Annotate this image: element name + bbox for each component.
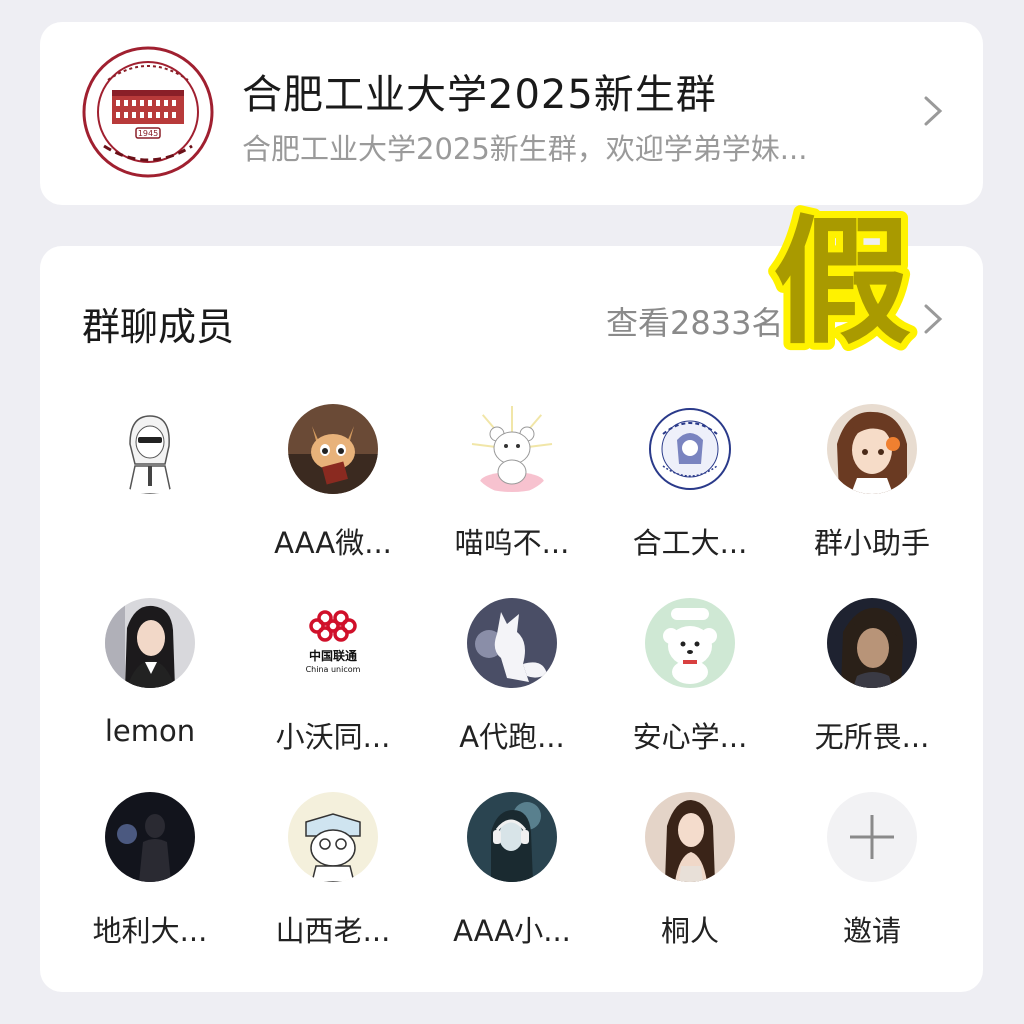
member-name: 无所畏... xyxy=(814,720,930,754)
member-name: 山西老... xyxy=(275,914,391,948)
fox-avatar xyxy=(467,598,557,688)
member-name: 桐人 xyxy=(660,914,719,948)
member-item[interactable]: 喵呜不... xyxy=(422,404,602,562)
member-item[interactable]: 合工大... xyxy=(600,404,780,562)
member-name: 安心学... xyxy=(632,720,748,754)
plus-icon[interactable] xyxy=(827,792,917,882)
member-item[interactable]: A代跑... xyxy=(422,598,602,756)
member-item[interactable]: AAA微... xyxy=(243,404,423,562)
cartoon-book-avatar xyxy=(288,792,378,882)
member-name: 合工大... xyxy=(632,526,748,560)
member-item[interactable]: AAA小... xyxy=(422,792,602,950)
anime-girl-avatar xyxy=(827,404,917,494)
member-name: lemon xyxy=(104,714,196,748)
member-name: 群小助手 xyxy=(813,526,930,560)
bear-avatar xyxy=(467,404,557,494)
unicom-en: China unicom xyxy=(306,665,361,674)
members-section-title: 群聊成员 xyxy=(82,305,235,349)
group-description: 合肥工业大学2025新生群，欢迎学弟学妹... xyxy=(242,132,808,166)
seal-year: 1945 xyxy=(138,129,158,138)
group-info-card[interactable]: 1945 合肥工业大学2025新生群 合肥工业大学2025新生群，欢迎学弟学妹.… xyxy=(40,22,983,205)
woman-photo-avatar xyxy=(105,598,195,688)
cat-avatar xyxy=(288,404,378,494)
member-item[interactable]: 安心学... xyxy=(600,598,780,756)
headphones-girl-avatar xyxy=(467,792,557,882)
member-name: A代跑... xyxy=(459,720,565,754)
member-name: 地利大... xyxy=(92,914,208,948)
member-item[interactable]: 无所畏... xyxy=(782,598,962,756)
member-name: 小沃同... xyxy=(275,720,391,754)
member-item[interactable]: 桐人 xyxy=(600,792,780,950)
fake-stamp-text: 假 xyxy=(773,202,911,363)
member-name: 喵呜不... xyxy=(454,526,570,560)
member-name: AAA微... xyxy=(274,526,392,560)
member-item[interactable]: 地利大... xyxy=(60,792,240,950)
fake-stamp: 假 xyxy=(766,196,918,366)
university-badge-avatar xyxy=(645,404,735,494)
member-item[interactable]: 山西老... xyxy=(243,792,423,950)
anime-sunglasses-avatar xyxy=(105,404,195,494)
member-item[interactable]: 中国联通 China unicom 小沃同... xyxy=(243,598,423,756)
member-item[interactable]: lemon xyxy=(60,598,240,748)
member-item[interactable]: 群小助手 xyxy=(782,404,962,562)
group-name: 合肥工业大学2025新生群 xyxy=(242,72,717,118)
unicom-cn: 中国联通 xyxy=(309,648,357,663)
white-dog-avatar xyxy=(645,598,735,688)
invite-button[interactable]: 邀请 xyxy=(782,792,962,950)
night-figure-avatar xyxy=(105,792,195,882)
member-name: AAA小... xyxy=(453,914,571,948)
china-unicom-avatar: 中国联通 China unicom xyxy=(288,598,378,688)
invite-label: 邀请 xyxy=(842,914,901,948)
woman-portrait-avatar xyxy=(645,792,735,882)
university-seal-icon: 1945 xyxy=(82,46,214,178)
dark-anime-avatar xyxy=(827,598,917,688)
chevron-right-icon[interactable] xyxy=(916,94,950,128)
member-item[interactable] xyxy=(60,404,240,520)
